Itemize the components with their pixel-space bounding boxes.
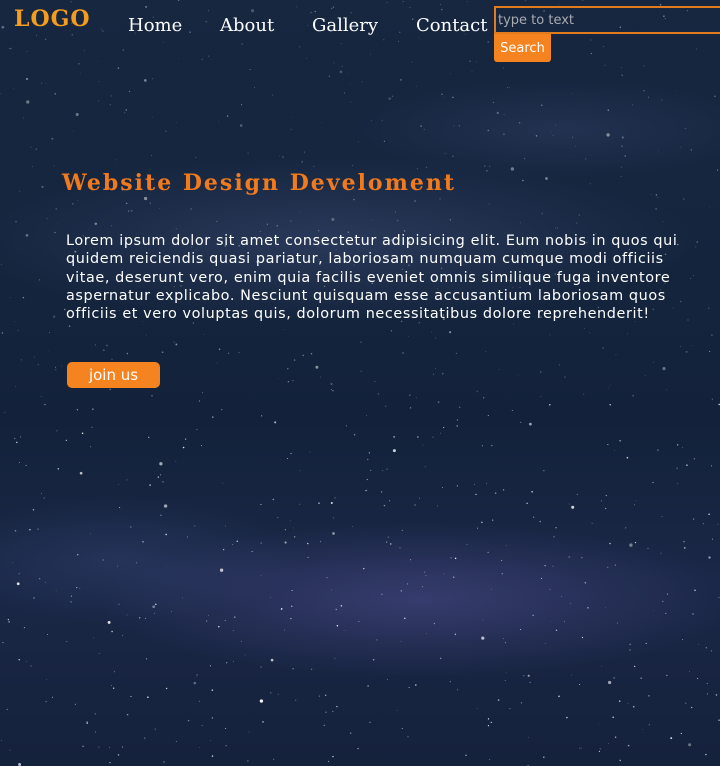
hero-title: Website Design Develoment (62, 170, 457, 196)
hero-overlay (0, 0, 720, 399)
nav-link-home[interactable]: Home (128, 15, 182, 36)
nav-link-gallery[interactable]: Gallery (312, 15, 378, 36)
logo[interactable]: LOGO (14, 6, 91, 32)
search-button[interactable]: Search (494, 34, 551, 62)
nav-link-contact[interactable]: Contact (416, 15, 487, 36)
search-input[interactable] (494, 6, 720, 34)
hero-body-text: Lorem ipsum dolor sit amet consectetur a… (66, 233, 678, 323)
join-us-button[interactable]: join us (67, 362, 160, 388)
nav-link-about[interactable]: About (220, 15, 274, 36)
